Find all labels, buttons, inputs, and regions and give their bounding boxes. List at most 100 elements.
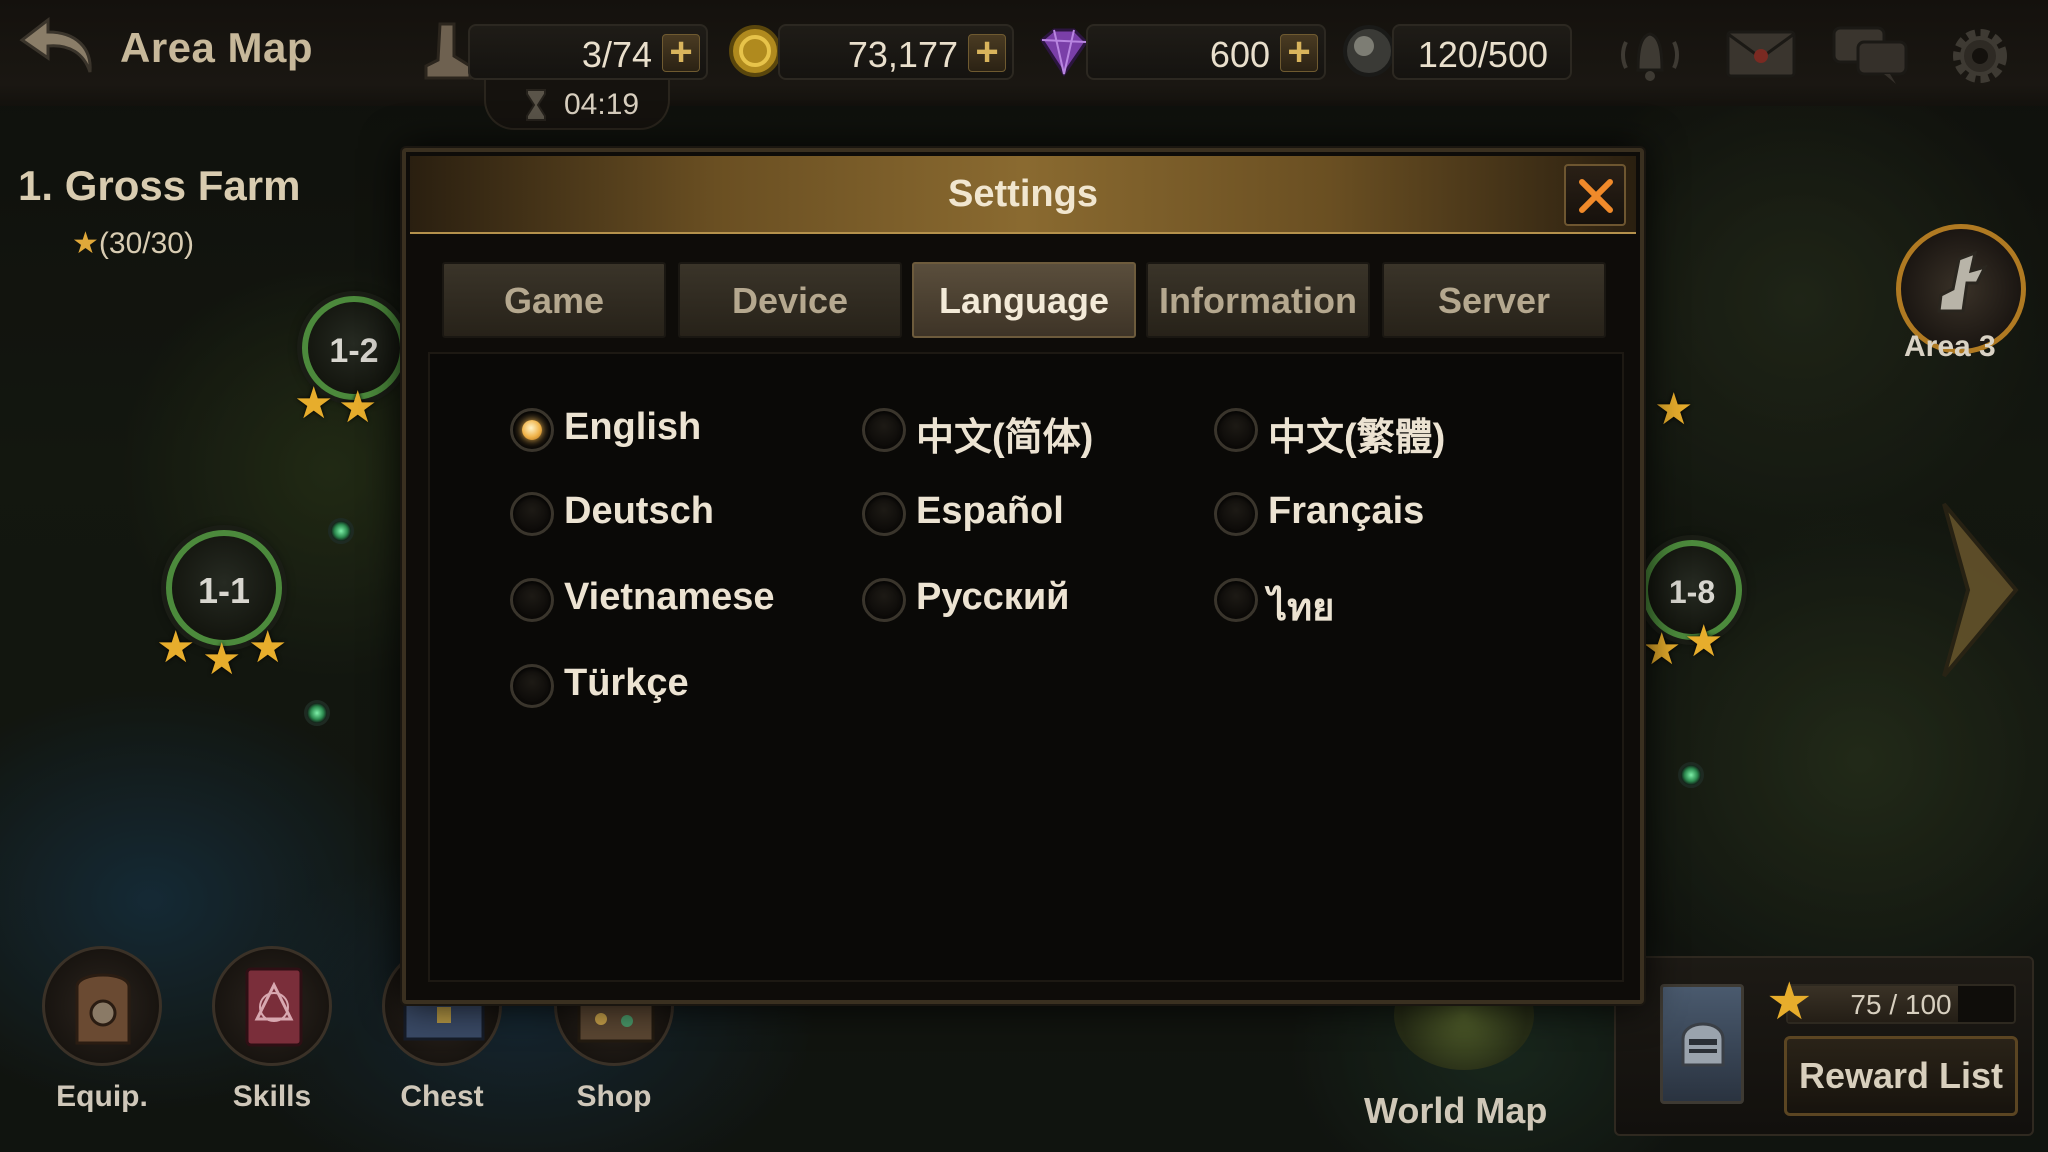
chat-icon[interactable] <box>1830 22 1910 86</box>
star-icon: ★ <box>1766 973 1813 1031</box>
language-option-deutsch[interactable]: Deutsch <box>510 484 810 544</box>
gold-value: 73,177 <box>847 34 958 75</box>
star-icon: ★ <box>72 227 99 260</box>
language-option-vietnamese[interactable]: Vietnamese <box>510 570 810 630</box>
radio-button[interactable] <box>862 578 906 622</box>
area-star-count: ★(30/30) <box>72 226 194 261</box>
path-marker <box>328 518 354 544</box>
radio-button[interactable] <box>510 492 554 536</box>
language-option-francais[interactable]: Français <box>1214 484 1514 544</box>
add-gold-button[interactable]: + <box>968 32 1006 72</box>
skills-button[interactable]: Skills <box>192 946 352 1126</box>
star-icon: ★ <box>156 623 196 672</box>
radio-button[interactable] <box>1214 578 1258 622</box>
radio-button[interactable] <box>510 408 554 452</box>
equip-label: Equip. <box>56 1080 148 1113</box>
equip-button[interactable]: Equip. <box>22 946 182 1126</box>
language-label: Français <box>1268 490 1425 532</box>
tab-information[interactable]: Information <box>1146 262 1370 338</box>
back-arrow-icon[interactable] <box>18 14 100 78</box>
stamina-value: 3/74 <box>581 34 652 75</box>
stage-node-1-8[interactable]: 1-8 ★ ★ <box>1638 540 1748 690</box>
gear-icon[interactable] <box>1944 20 2016 92</box>
language-options-panel: English 中文(简体) 中文(繁體) Deutsch Español Fr… <box>428 352 1624 982</box>
boot-icon <box>424 22 472 80</box>
capacity-counter: 120/500 <box>1392 24 1572 80</box>
gold-coin-icon <box>729 25 781 77</box>
language-label: Русский <box>916 576 1070 618</box>
tab-server[interactable]: Server <box>1382 262 1606 338</box>
language-label: 中文(简体) <box>916 417 1094 459</box>
add-gems-button[interactable]: + <box>1280 32 1318 72</box>
add-stamina-button[interactable]: + <box>662 32 700 72</box>
tab-device[interactable]: Device <box>678 262 902 338</box>
close-button[interactable] <box>1564 164 1626 226</box>
star-icon: ★ <box>294 379 334 428</box>
mail-icon[interactable] <box>1724 22 1798 82</box>
radio-button[interactable] <box>862 492 906 536</box>
language-option-espanol[interactable]: Español <box>862 484 1162 544</box>
chest-label: Chest <box>400 1080 484 1113</box>
world-map-label[interactable]: World Map <box>1364 1090 1547 1132</box>
page-title: Area Map <box>120 24 314 71</box>
radio-button[interactable] <box>1214 408 1258 452</box>
bell-icon[interactable] <box>1612 22 1688 86</box>
next-area-arrow-icon[interactable] <box>1940 500 2020 680</box>
knight-helmet-icon <box>1660 984 1744 1104</box>
tab-game[interactable]: Game <box>442 262 666 338</box>
language-label: Türkçe <box>564 662 689 704</box>
star-icon: ★ <box>1642 625 1682 674</box>
star-icon: ★ <box>248 623 288 672</box>
area-star-count-text: (30/30) <box>98 227 194 260</box>
area-name: 1. Gross Farm <box>18 162 301 209</box>
language-option-chinese-traditional[interactable]: 中文(繁體) <box>1214 400 1514 460</box>
language-label: 中文(繁體) <box>1268 417 1446 459</box>
tab-language[interactable]: Language <box>912 262 1136 338</box>
timer-value: 04:19 <box>564 88 640 121</box>
language-option-chinese-simplified[interactable]: 中文(简体) <box>862 400 1162 460</box>
gold-counter: 73,177 + <box>778 24 1014 80</box>
star-icon: ★ <box>1654 385 1694 434</box>
language-option-english[interactable]: English <box>510 400 810 460</box>
winged-boot-icon <box>1937 250 1988 313</box>
stage-label: 1-8 <box>1668 574 1716 610</box>
hourglass-icon <box>526 89 546 121</box>
area-3-label: Area 3 <box>1904 330 1996 363</box>
stage-node-1-2[interactable]: 1-2 ★ ★ <box>294 296 414 446</box>
radio-button[interactable] <box>1214 492 1258 536</box>
stamina-timer: 04:19 <box>484 80 670 130</box>
language-option-turkce[interactable]: Türkçe <box>510 656 810 716</box>
language-label: ไทย <box>1268 587 1335 629</box>
reward-list-button[interactable]: Reward List <box>1784 1036 2018 1116</box>
star-icon: ★ <box>338 383 378 432</box>
dialog-title: Settings <box>948 173 1098 215</box>
reward-progress-text: 75 / 100 <box>1850 989 1952 1020</box>
top-bar: Area Map 3/74 + 73,177 + 600 + 120/500 <box>0 0 2048 106</box>
language-option-thai[interactable]: ไทย <box>1214 570 1514 630</box>
capacity-value: 120/500 <box>1417 34 1548 75</box>
skills-label: Skills <box>232 1080 312 1113</box>
spellbook-icon <box>212 946 332 1066</box>
close-icon <box>1579 179 1613 213</box>
gem-value: 600 <box>1209 34 1270 75</box>
star-icon: ★ <box>202 635 242 684</box>
reward-progress-bar: 75 / 100 <box>1786 984 2016 1024</box>
backpack-icon <box>42 946 162 1066</box>
radio-button[interactable] <box>862 408 906 452</box>
path-marker <box>1678 762 1704 788</box>
settings-tabs: Game Device Language Information Server <box>442 262 1614 338</box>
stage-label: 1-2 <box>329 332 379 370</box>
language-label: Vietnamese <box>564 576 775 618</box>
shop-label: Shop <box>576 1080 652 1113</box>
orb-icon <box>1343 25 1395 77</box>
language-option-russian[interactable]: Русский <box>862 570 1162 630</box>
stage-node-1-1[interactable]: 1-1 ★ ★ ★ <box>156 530 296 690</box>
radio-button[interactable] <box>510 578 554 622</box>
gem-counter: 600 + <box>1086 24 1326 80</box>
language-label: English <box>564 406 702 448</box>
settings-dialog: Settings Game Device Language Informatio… <box>402 148 1644 1004</box>
language-label: Deutsch <box>564 490 714 532</box>
dialog-header: Settings <box>410 156 1636 234</box>
star-icon: ★ <box>1684 617 1724 666</box>
radio-button[interactable] <box>510 664 554 708</box>
